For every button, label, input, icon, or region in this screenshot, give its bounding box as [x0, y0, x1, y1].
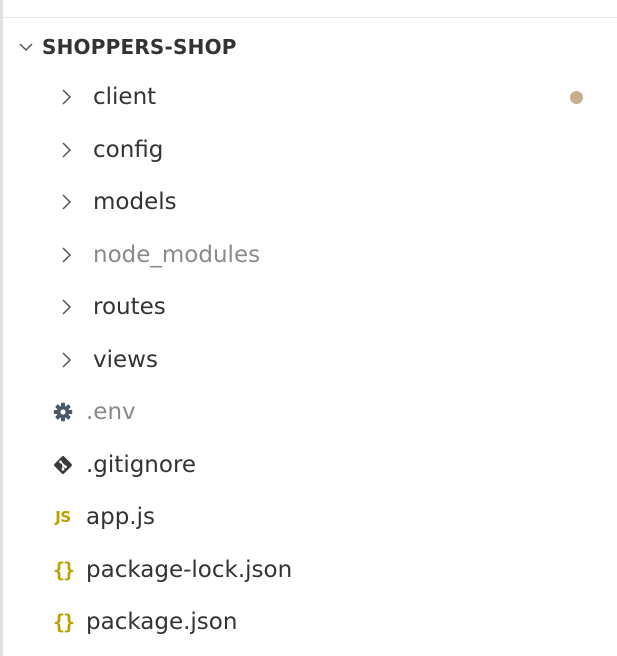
chevron-right-icon [60, 297, 74, 317]
chevron-right-icon [60, 350, 74, 370]
section-title: SHOPPERS-SHOP [42, 35, 237, 59]
file-item-app-js[interactable]: JS app.js [3, 491, 617, 544]
folder-item-routes[interactable]: routes [3, 281, 617, 334]
file-label: app.js [86, 504, 155, 531]
file-label: package.json [86, 609, 238, 636]
chevron-right-icon [60, 192, 74, 212]
gear-icon [53, 400, 73, 424]
chevron-down-icon [18, 39, 34, 55]
file-label: .env [86, 399, 136, 426]
folder-item-config[interactable]: config [3, 124, 617, 177]
folder-label: config [93, 136, 164, 163]
file-label: .gitignore [86, 451, 197, 478]
section-header-shoppers-shop[interactable]: SHOPPERS-SHOP [3, 23, 617, 71]
json-braces: {} [52, 557, 75, 582]
folder-label: routes [93, 294, 166, 321]
chevron-right-icon [60, 140, 74, 160]
file-label: package-lock.json [86, 556, 293, 583]
js-badge: JS [55, 508, 71, 527]
js-file-icon: JS [53, 505, 73, 529]
chevron-right-icon [60, 87, 74, 107]
folder-item-models[interactable]: models [3, 176, 617, 229]
file-item-package-json[interactable]: {} package.json [3, 596, 617, 649]
json-file-icon: {} [52, 557, 75, 582]
folder-label: views [93, 346, 158, 373]
folder-item-node-modules[interactable]: node_modules [3, 229, 617, 282]
file-item-gitignore[interactable]: .gitignore [3, 439, 617, 492]
file-item-package-lock-json[interactable]: {} package-lock.json [3, 544, 617, 597]
folder-item-views[interactable]: views [3, 334, 617, 387]
folder-label: models [93, 189, 177, 216]
folder-item-client[interactable]: client [3, 71, 617, 124]
json-file-icon: {} [52, 610, 75, 635]
folder-label: node_modules [93, 241, 261, 268]
modified-indicator-dot [570, 91, 583, 104]
git-icon [53, 453, 73, 477]
json-braces: {} [52, 610, 75, 635]
folder-label: client [93, 84, 157, 111]
sidebar-top-border [3, 17, 617, 18]
file-item-env[interactable]: .env [3, 386, 617, 439]
file-explorer: SHOPPERS-SHOP client config models node_… [3, 23, 617, 649]
chevron-right-icon [60, 245, 74, 265]
